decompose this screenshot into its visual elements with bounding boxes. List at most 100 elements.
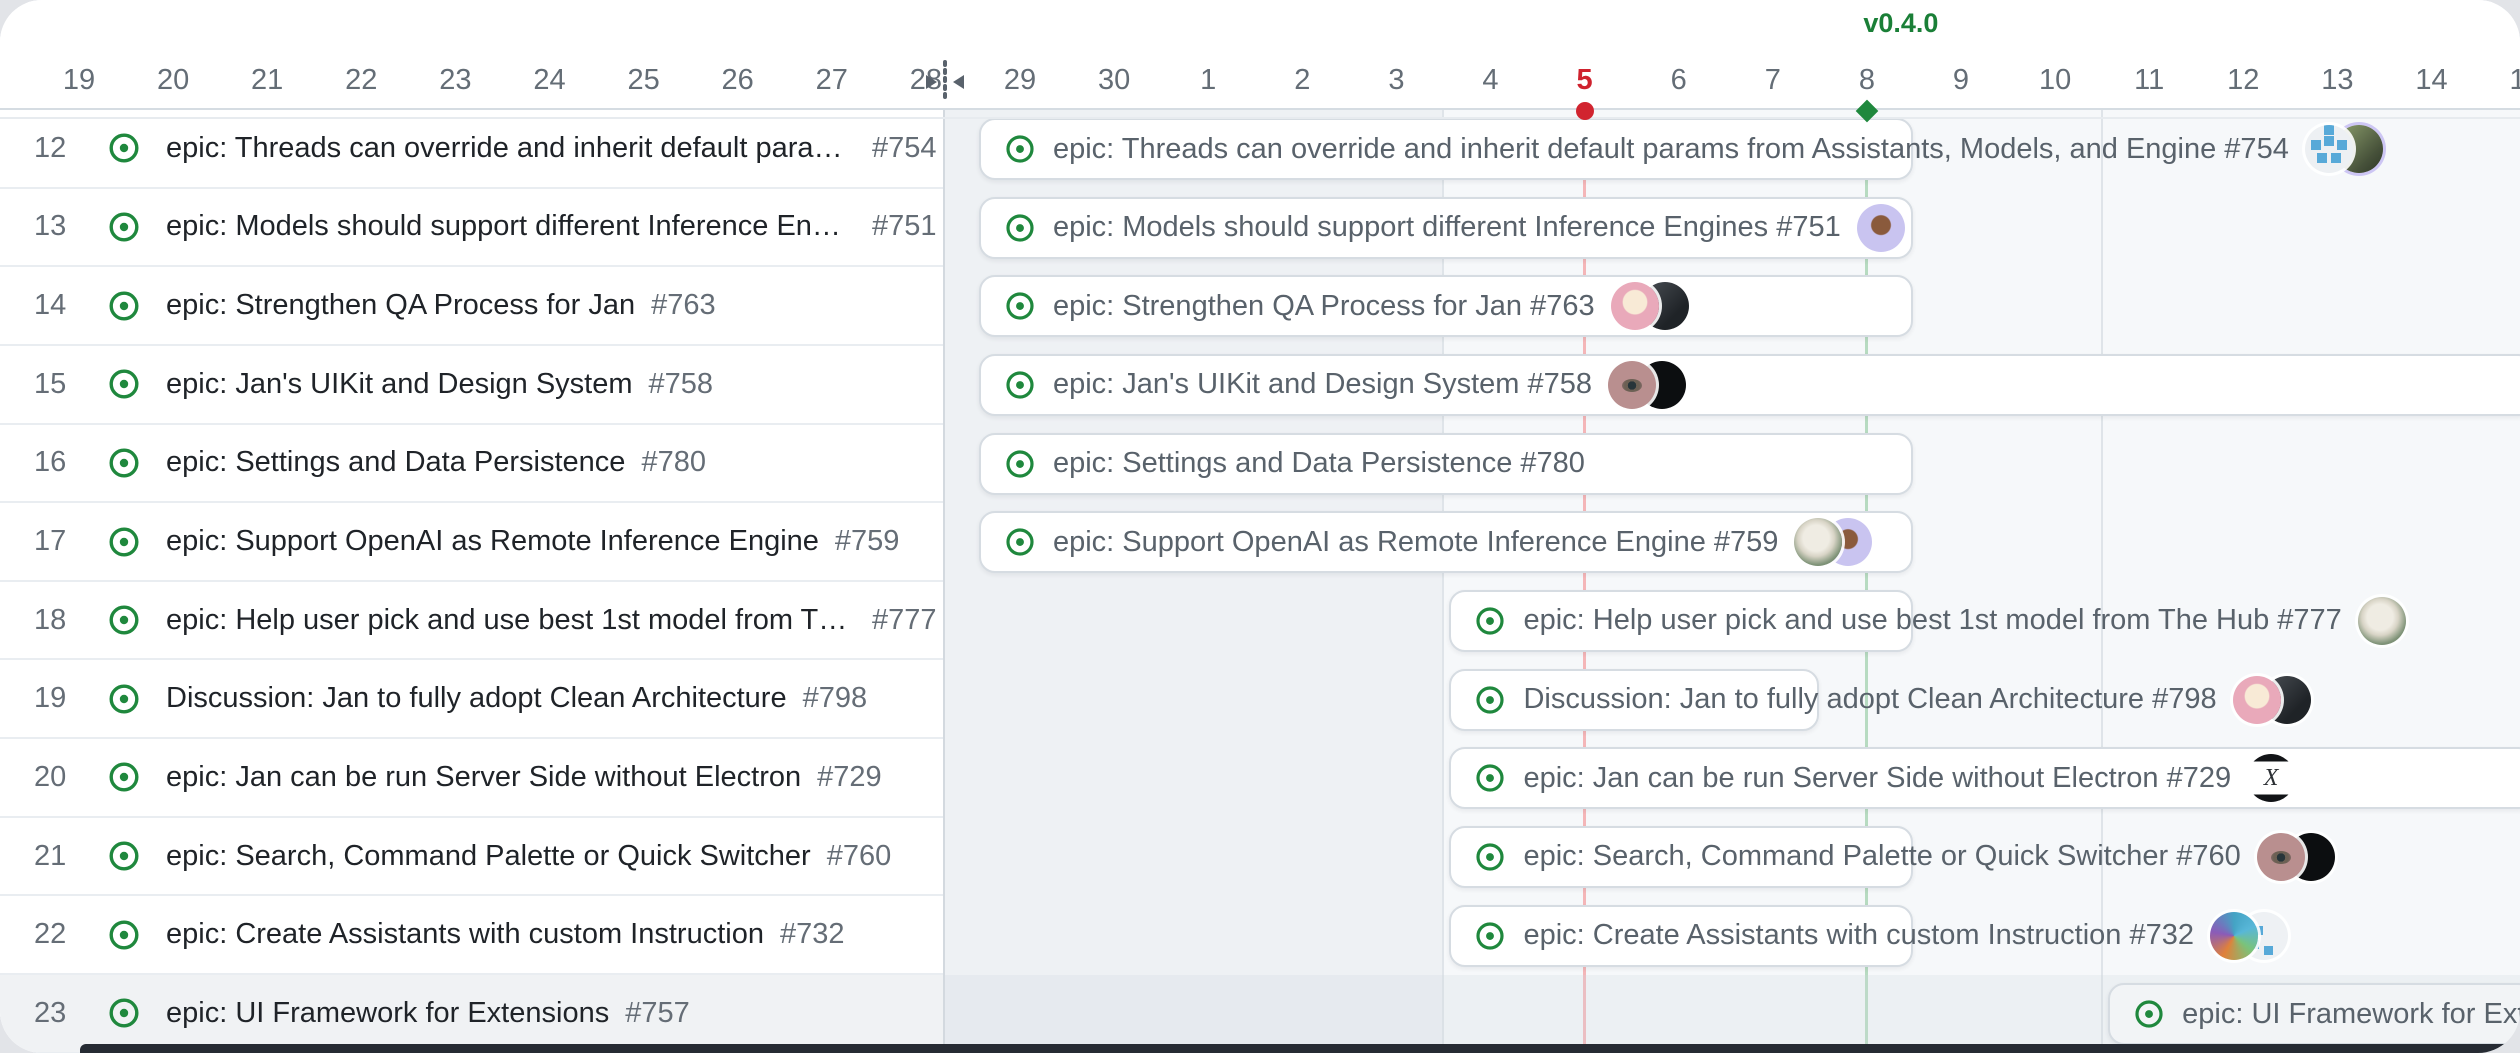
timeline-date-header: v0.4.0 192021222324252627282930123456789… [0,0,2520,110]
issue-title: epic: Models should support different In… [166,210,856,243]
issue-open-icon [1005,291,1035,321]
row-number: 23 [34,997,82,1030]
roadmap-bar[interactable]: epic: Help user pick and use best 1st mo… [1449,590,1913,652]
date-cell: 27 [787,60,877,100]
row-number: 16 [34,446,82,479]
assignee-avatars [1857,204,1905,252]
date-cell: 11 [2104,60,2194,100]
assignee-avatars [2247,754,2295,802]
row-number: 14 [34,289,82,322]
memoji-lavender-avatar [1857,204,1905,252]
issue-title: epic: Threads can override and inherit d… [166,132,856,165]
column-resize-icon[interactable] [911,60,979,109]
row-number: 21 [34,840,82,873]
issue-number: #759 [835,525,900,558]
issue-open-icon [108,368,140,400]
roadmap-bar[interactable]: epic: Search, Command Palette or Quick S… [1449,826,1913,888]
date-cell: 14 [2387,60,2477,100]
table-row[interactable]: 20epic: Jan can be run Server Side witho… [0,739,943,818]
issue-open-icon [1005,134,1035,164]
date-cell: 25 [599,60,689,100]
issue-title: epic: Jan's UIKit and Design System [166,368,633,401]
assignee-avatars [2358,597,2406,645]
table-row[interactable]: 17epic: Support OpenAI as Remote Inferen… [0,503,943,582]
issue-open-icon [1475,763,1505,793]
table-row[interactable]: 19Discussion: Jan to fully adopt Clean A… [0,660,943,739]
issue-open-icon [1475,921,1505,951]
roadmap-bar[interactable]: epic: Settings and Data Persistence #780 [979,433,1913,495]
cat-white-avatar [2358,597,2406,645]
issue-number: #757 [625,997,690,1030]
date-cell: 22 [316,60,406,100]
horizontal-scrollbar[interactable] [80,1044,2520,1053]
row-number: 15 [34,368,82,401]
date-cell: 8 [1822,60,1912,100]
bar-title: epic: UI Framework for Extensions #757 [2182,998,2520,1031]
table-row[interactable]: 13epic: Models should support different … [0,189,943,268]
issue-open-icon [108,840,140,872]
issue-open-icon [108,997,140,1029]
issue-open-icon [108,919,140,951]
issue-title: epic: Jan can be run Server Side without… [166,761,801,794]
roadmap-bar[interactable]: epic: Threads can override and inherit d… [979,118,1913,180]
morty-avatar [1611,282,1659,330]
table-row[interactable]: 22epic: Create Assistants with custom In… [0,896,943,975]
table-row[interactable]: 15 epic: Jan's UIKit and Design System #75… [0,346,943,425]
issue-open-icon [108,604,140,636]
roadmap-bar[interactable]: epic: Jan can be run Server Side without… [1449,747,2520,809]
date-cell: 12 [2198,60,2288,100]
eye-rose-avatar [1608,361,1656,409]
issue-title: epic: Settings and Data Persistence [166,446,625,479]
table-row[interactable]: 12epic: Threads can override and inherit… [0,110,943,189]
signature-x-avatar [2247,754,2295,802]
issue-title: Discussion: Jan to fully adopt Clean Arc… [166,682,787,715]
issue-open-icon [108,447,140,479]
bar-title: epic: Threads can override and inherit d… [1053,133,2289,166]
date-cell: 6 [1634,60,1724,100]
roadmap-bar[interactable]: epic: Create Assistants with custom Inst… [1449,905,1913,967]
assignee-avatars [2210,912,2288,960]
bar-title: epic: Jan's UIKit and Design System #758 [1053,368,1592,401]
date-cell: 20 [128,60,218,100]
assignee-avatars [2257,833,2335,881]
roadmap-bar[interactable]: epic: Strengthen QA Process for Jan #763 [979,275,1913,337]
date-cell: 24 [505,60,595,100]
date-cell: 30 [1069,60,1159,100]
table-row[interactable]: 21 epic: Search, Command Palette or Quick… [0,818,943,897]
issue-table-panel: 12epic: Threads can override and inherit… [0,110,945,1053]
date-cell: 9 [1916,60,2006,100]
table-row[interactable]: 16epic: Settings and Data Persistence#78… [0,425,943,504]
issue-open-icon [108,761,140,793]
issue-number: #763 [651,289,716,322]
date-cell: 7 [1728,60,1818,100]
roadmap-bar[interactable]: epic: UI Framework for Extensions #757 [2108,983,2520,1045]
issue-number: #758 [649,368,714,401]
morty-avatar [2233,676,2281,724]
issue-open-icon [1475,842,1505,872]
issue-open-icon [1475,685,1505,715]
issue-open-icon [1005,370,1035,400]
today-marker-dot [1576,102,1594,120]
assignee-avatars [2305,125,2383,173]
date-cell: 13 [2292,60,2382,100]
issue-open-icon [1005,449,1035,479]
row-number: 17 [34,525,82,558]
table-row[interactable]: 18epic: Help user pick and use best 1st … [0,582,943,661]
date-cell: 10 [2010,60,2100,100]
assignee-avatars [1794,518,1872,566]
bar-title: Discussion: Jan to fully adopt Clean Arc… [1523,683,2216,716]
table-row[interactable]: 23epic: UI Framework for Extensions#757 [0,975,943,1053]
bar-title: epic: Support OpenAI as Remote Inference… [1053,526,1778,559]
table-row[interactable]: 14epic: Strengthen QA Process for Jan#76… [0,267,943,346]
date-cell: 29 [975,60,1065,100]
roadmap-bar[interactable]: epic: Support OpenAI as Remote Inference… [979,511,1913,573]
date-cell: 3 [1351,60,1441,100]
week-gridline [2101,110,2103,1053]
roadmap-bar[interactable]: epic: Models should support different In… [979,197,1913,259]
roadmap-bar[interactable]: epic: Jan's UIKit and Design System #758 [979,354,2520,416]
issue-title: epic: Search, Command Palette or Quick S… [166,840,811,873]
roadmap-bar[interactable]: Discussion: Jan to fully adopt Clean Arc… [1449,669,1818,731]
date-cell: 21 [222,60,312,100]
issue-open-icon [108,683,140,715]
issue-number: #798 [803,682,868,715]
